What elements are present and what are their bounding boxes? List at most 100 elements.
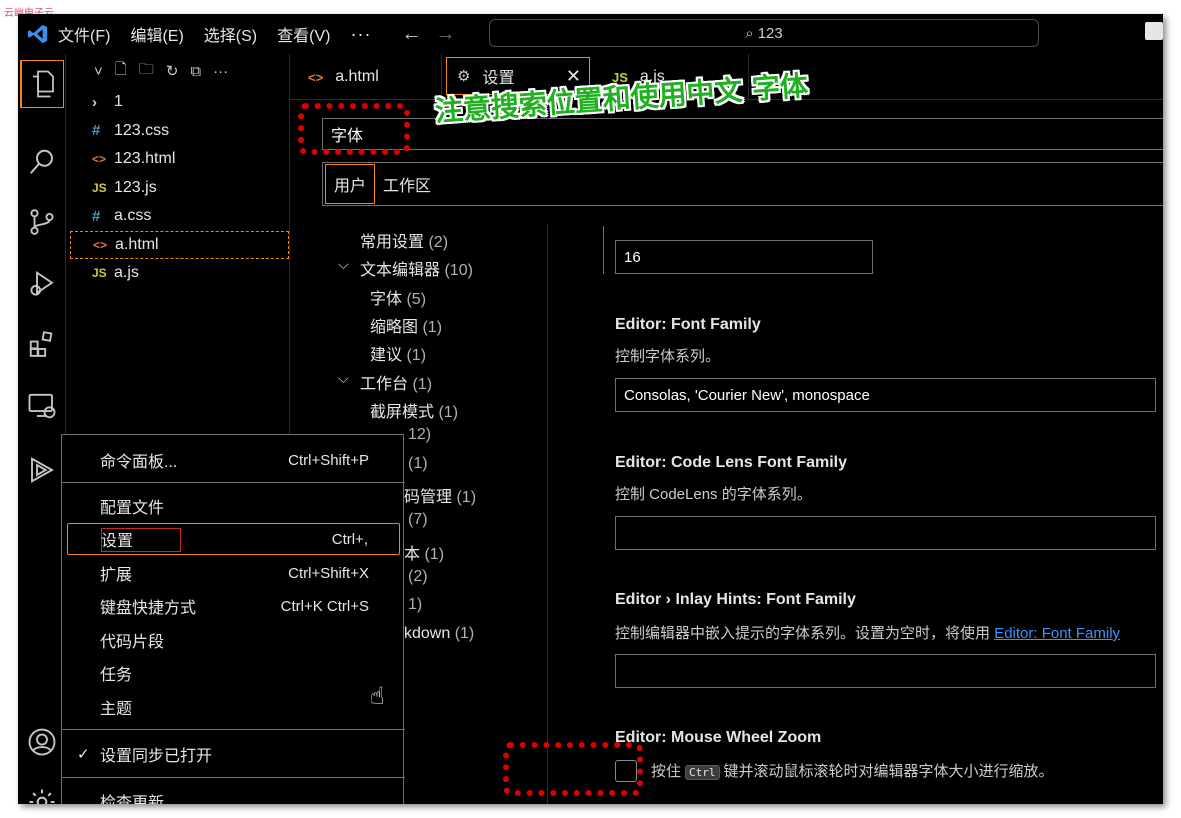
new-file-icon[interactable]: 🗋: [115, 59, 127, 84]
command-center-text: 123: [757, 24, 783, 42]
chevron-down-icon[interactable]: ⌵: [338, 256, 349, 273]
hand-cursor-icon: ☝: [370, 683, 385, 710]
more-actions-icon[interactable]: ···: [213, 63, 228, 80]
more-menu-icon[interactable]: ···: [350, 24, 371, 45]
menu-edit[interactable]: 编辑(E): [130, 22, 183, 46]
file-name: a.js: [114, 264, 139, 282]
setting-title: Editor: Mouse Wheel Zoom: [615, 729, 822, 746]
chevron-down-icon[interactable]: ⌵: [338, 370, 349, 387]
folder-item[interactable]: › 1: [70, 88, 289, 117]
file-item-selected[interactable]: <> a.html: [70, 230, 289, 259]
toc-item-partial[interactable]: 码管理 (1): [404, 483, 476, 507]
search-icon: ⌕: [745, 24, 754, 42]
html-icon: <>: [93, 237, 108, 252]
toc-item-screencast[interactable]: 截屏模式 (1): [370, 398, 458, 422]
manage-gear-icon[interactable]: [18, 778, 66, 804]
toc-item-partial[interactable]: kdown (1): [404, 625, 474, 643]
html-icon: <>: [308, 69, 324, 85]
ctrl-key-badge: Ctrl: [685, 765, 720, 780]
menu-file[interactable]: 文件(F): [58, 22, 110, 46]
menu-item-settings-sync[interactable]: ✓ 设置同步已打开: [62, 738, 405, 770]
menu-selection[interactable]: 选择(S): [204, 22, 257, 46]
setting-description: 控制 CodeLens 的字体系列。: [615, 486, 812, 503]
setting-title: Editor › Inlay Hints: Font Family: [615, 591, 856, 608]
codelens-font-input[interactable]: [615, 516, 1156, 550]
menu-item-snippets[interactable]: 代码片段: [62, 624, 405, 656]
menu-view[interactable]: 查看(V): [277, 22, 330, 46]
menu-item-themes[interactable]: 主题: [62, 691, 405, 723]
setting-title: Editor: Font Family: [615, 316, 761, 333]
toc-item-partial[interactable]: (2): [408, 568, 428, 586]
css-icon: #: [92, 122, 101, 140]
file-item[interactable]: JS a.js: [70, 259, 289, 288]
explorer-panel: ˅ 🗋 🗀 ↻ ⧉ ··· › 1 # 123.css <> 123.html …: [70, 54, 290, 434]
run-debug-icon[interactable]: [18, 260, 66, 308]
tab-workspace[interactable]: 工作区: [375, 164, 439, 204]
source-control-icon[interactable]: [18, 198, 66, 246]
collapse-chevron-icon[interactable]: ˅: [94, 63, 103, 80]
refresh-icon[interactable]: ↻: [166, 62, 179, 80]
font-family-input[interactable]: Consolas, 'Courier New', monospace: [615, 378, 1156, 412]
file-name: 123.css: [114, 121, 170, 139]
live-share-icon[interactable]: [18, 446, 66, 494]
vscode-logo-icon: [18, 14, 58, 54]
menu-item-command-palette[interactable]: 命令面板... Ctrl+Shift+P: [62, 444, 405, 476]
command-center-search[interactable]: ⌕ 123: [489, 19, 1039, 47]
forward-arrow-icon[interactable]: →: [435, 23, 455, 46]
inlay-font-input[interactable]: [615, 654, 1156, 688]
toc-item-partial[interactable]: 1): [408, 596, 422, 614]
search-icon[interactable]: [18, 138, 66, 186]
toc-item-partial[interactable]: (7): [408, 511, 428, 529]
menu-divider: [62, 777, 405, 778]
toc-item-font[interactable]: 字体 (5): [370, 285, 426, 309]
toc-item-suggest[interactable]: 建议 (1): [370, 341, 426, 365]
setting-description: 控制编辑器中嵌入提示的字体系列。设置为空时，将使用 Editor: Font F…: [615, 625, 1121, 642]
file-name: a.css: [114, 207, 152, 225]
remote-explorer-icon[interactable]: [18, 382, 66, 430]
file-item[interactable]: # 123.css: [70, 117, 289, 146]
menu-divider: [62, 482, 405, 483]
settings-editor: 字体 用户 工作区 常用设置 (2) ⌵ 文本编辑器 (10) 字体 (5) 缩…: [290, 100, 1163, 804]
menu-item-check-updates[interactable]: 检查更新...: [62, 785, 405, 804]
file-item[interactable]: # a.css: [70, 202, 289, 231]
accounts-icon[interactable]: [18, 718, 66, 766]
annotation-checkbox-highlight: [503, 742, 643, 796]
extensions-icon[interactable]: [18, 320, 66, 368]
new-folder-icon[interactable]: 🗀: [139, 59, 154, 84]
tab-a-html[interactable]: <> a.html: [290, 54, 442, 100]
js-icon: JS: [92, 266, 107, 281]
file-item[interactable]: <> 123.html: [70, 145, 289, 174]
file-item[interactable]: JS 123.js: [70, 174, 289, 203]
window-layout-icon[interactable]: [1145, 22, 1163, 40]
menu-item-profiles[interactable]: 配置文件: [62, 490, 405, 522]
toc-item-minimap[interactable]: 缩略图 (1): [370, 313, 442, 337]
file-name: a.html: [115, 235, 159, 253]
toc-item-text-editor[interactable]: 文本编辑器 (10): [360, 256, 473, 280]
font-family-link[interactable]: Editor: Font Family: [994, 625, 1120, 642]
activity-bar: [18, 54, 66, 804]
collapse-all-icon[interactable]: ⧉: [190, 63, 201, 80]
toc-item-partial[interactable]: 12): [408, 426, 431, 444]
vscode-window: 文件(F) 编辑(E) 选择(S) 查看(V) ··· ← → ⌕ 123 ˅ …: [18, 14, 1163, 804]
file-name: 123.js: [114, 178, 157, 196]
css-icon: #: [92, 207, 101, 225]
toc-item-workbench[interactable]: 工作台 (1): [360, 370, 432, 394]
manage-context-menu: 命令面板... Ctrl+Shift+P 配置文件 设置 Ctrl+, 扩展 C…: [61, 434, 405, 804]
explorer-icon[interactable]: [20, 60, 64, 108]
back-arrow-icon[interactable]: ←: [401, 23, 421, 46]
menu-divider: [62, 729, 405, 730]
settings-icon: ⚙: [457, 68, 471, 85]
toc-item-partial[interactable]: (1): [408, 455, 428, 473]
setting-description: 按住 Ctrl 键并滚动鼠标滚轮时对编辑器字体大小进行缩放。: [651, 763, 1054, 780]
menu-item-keybindings[interactable]: 键盘快捷方式 Ctrl+K Ctrl+S: [62, 590, 405, 622]
file-name: 1: [114, 93, 123, 111]
toc-item-partial[interactable]: 本 (1): [404, 540, 444, 564]
tab-user[interactable]: 用户: [325, 164, 376, 204]
font-size-input[interactable]: 16: [615, 240, 873, 274]
menu-item-settings[interactable]: 设置 Ctrl+,: [67, 523, 400, 555]
html-icon: <>: [92, 152, 107, 167]
menu-item-extensions[interactable]: 扩展 Ctrl+Shift+X: [62, 557, 405, 589]
menu-item-tasks[interactable]: 任务: [62, 657, 405, 689]
setting-title: Editor: Code Lens Font Family: [615, 454, 848, 471]
toc-item-common[interactable]: 常用设置 (2): [360, 228, 448, 252]
